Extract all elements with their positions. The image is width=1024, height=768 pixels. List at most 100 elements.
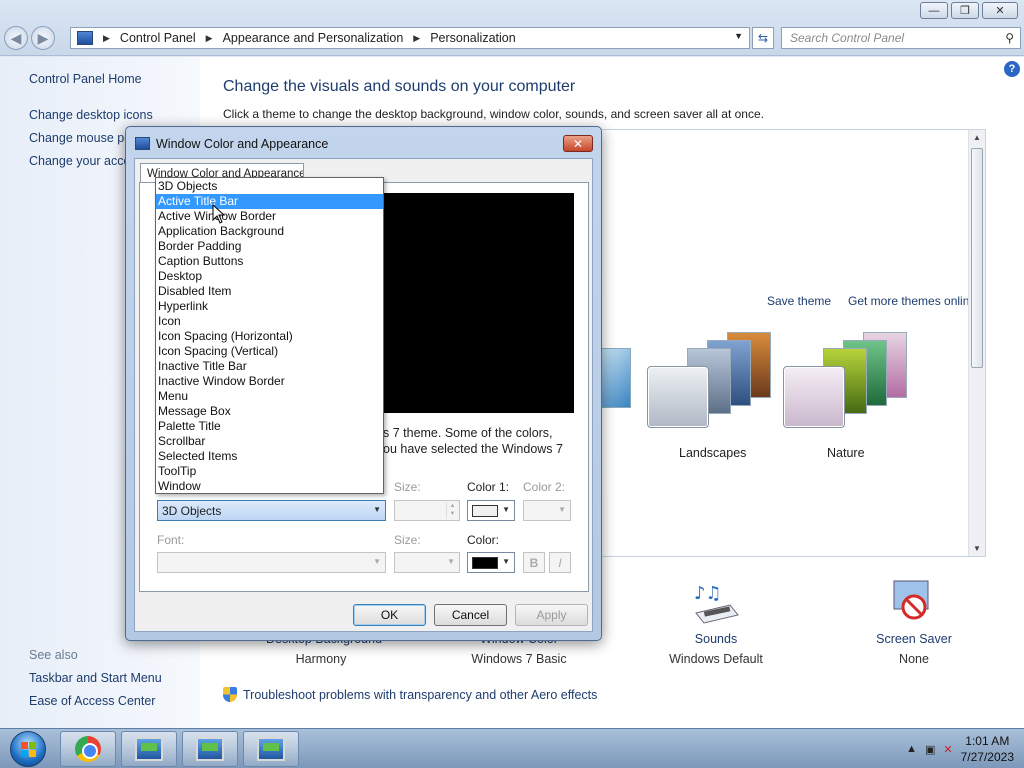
item-select[interactable]: 3D Objects ▼ [157, 500, 386, 521]
taskbar-control-panel[interactable] [121, 731, 177, 767]
dialog-title: Window Color and Appearance [156, 137, 329, 151]
minimize-button[interactable]: — [920, 2, 948, 19]
save-theme-link[interactable]: Save theme [767, 294, 831, 308]
forward-button[interactable]: ▶ [31, 26, 55, 50]
address-dropdown-icon[interactable]: ▼ [734, 31, 743, 41]
dropdown-option[interactable]: Application Background [156, 224, 383, 239]
italic-button[interactable]: I [549, 552, 571, 573]
color2-label: Color 2: [523, 480, 566, 494]
font-color-picker[interactable]: ▼ [467, 552, 515, 573]
theme-thumbnail[interactable] [599, 348, 631, 408]
start-button[interactable] [3, 730, 53, 768]
get-more-themes-link[interactable]: Get more themes online [848, 294, 976, 308]
dropdown-option[interactable]: Window [156, 479, 383, 494]
see-also-heading: See also [29, 648, 78, 662]
chevron-down-icon: ▼ [502, 505, 510, 514]
font-select[interactable]: ▼ [157, 552, 386, 573]
dropdown-option[interactable]: Menu [156, 389, 383, 404]
dropdown-option[interactable]: Active Title Bar [156, 194, 383, 209]
dropdown-option[interactable]: Scrollbar [156, 434, 383, 449]
help-icon[interactable]: ? [1004, 61, 1020, 77]
sounds-item[interactable]: Sounds Windows Default [666, 632, 766, 666]
search-placeholder: Search Control Panel [790, 31, 905, 45]
dropdown-option[interactable]: Icon Spacing (Vertical) [156, 344, 383, 359]
ok-button[interactable]: OK [353, 604, 426, 626]
chrome-icon [75, 736, 101, 762]
taskbar-personalization[interactable] [182, 731, 238, 767]
dropdown-option[interactable]: Icon Spacing (Horizontal) [156, 329, 383, 344]
maximize-button[interactable]: ❐ [951, 2, 979, 19]
dropdown-option[interactable]: Message Box [156, 404, 383, 419]
chevron-down-icon: ▼ [558, 505, 566, 514]
description-line-2: ou have selected the Windows 7 [383, 442, 563, 456]
caption-buttons: — ❐ ✕ [920, 2, 1018, 19]
color1-picker[interactable]: ▼ [467, 500, 515, 521]
breadcrumb-personalization[interactable]: Personalization [430, 31, 515, 45]
dropdown-option[interactable]: Active Window Border [156, 209, 383, 224]
desktop-background-value: Harmony [295, 652, 347, 666]
taskbar: ▲ ▣ ✕ 1:01 AM 7/27/2023 [0, 728, 1024, 768]
dropdown-option[interactable]: ToolTip [156, 464, 383, 479]
bold-button[interactable]: B [523, 552, 545, 573]
scroll-thumb[interactable] [971, 148, 983, 368]
troubleshoot-label: Troubleshoot problems with transparency … [243, 687, 598, 702]
troubleshoot-link[interactable]: Troubleshoot problems with transparency … [223, 687, 597, 702]
breadcrumb-control-panel[interactable]: Control Panel [120, 31, 196, 45]
theme-landscapes[interactable] [647, 326, 782, 436]
dropdown-option[interactable]: Inactive Title Bar [156, 359, 383, 374]
scroll-down-icon[interactable]: ▼ [973, 544, 981, 553]
item-size-label: Size: [394, 480, 421, 494]
dropdown-option[interactable]: Border Padding [156, 239, 383, 254]
back-button[interactable]: ◀ [4, 26, 28, 50]
dialog-close-button[interactable]: ✕ [563, 135, 593, 152]
clock[interactable]: 1:01 AM 7/27/2023 [961, 733, 1014, 765]
address-bar[interactable]: ▶ Control Panel ▶ Appearance and Persona… [70, 27, 750, 49]
taskbar-window-color[interactable] [243, 731, 299, 767]
logo-pane [21, 742, 28, 749]
font-color-swatch [472, 557, 498, 569]
dropdown-option[interactable]: Caption Buttons [156, 254, 383, 269]
dropdown-option[interactable]: Desktop [156, 269, 383, 284]
control-panel-icon [77, 31, 93, 45]
breadcrumb-appearance[interactable]: Appearance and Personalization [223, 31, 404, 45]
dropdown-option[interactable]: Icon [156, 314, 383, 329]
item-size-stepper[interactable]: ▲ ▼ [394, 500, 460, 521]
refresh-button[interactable]: ⇆ [752, 27, 774, 49]
color2-picker[interactable]: ▼ [523, 500, 571, 521]
theme-landscapes-label: Landscapes [679, 446, 747, 460]
chevron-down-icon: ▼ [373, 505, 381, 514]
change-account-picture-link[interactable]: Change your acco [29, 154, 130, 168]
dropdown-option[interactable]: Palette Title [156, 419, 383, 434]
network-icon[interactable]: ▣ [925, 743, 935, 756]
screen-saver-item[interactable]: Screen Saver None [864, 632, 964, 666]
dropdown-option[interactable]: Hyperlink [156, 299, 383, 314]
change-desktop-icons-link[interactable]: Change desktop icons [29, 108, 153, 122]
dropdown-option[interactable]: Inactive Window Border [156, 374, 383, 389]
search-input[interactable]: Search Control Panel ⚲ [781, 27, 1021, 49]
window-titlebar: — ❐ ✕ ◀ ▶ ▶ Control Panel ▶ Appearance a… [0, 0, 1024, 56]
search-icon[interactable]: ⚲ [1005, 31, 1014, 45]
close-button[interactable]: ✕ [982, 2, 1018, 19]
control-panel-home-link[interactable]: Control Panel Home [29, 72, 142, 86]
scroll-up-icon[interactable]: ▲ [973, 133, 981, 142]
screen-saver-icon [893, 580, 929, 620]
item-dropdown-list[interactable]: 3D ObjectsActive Title BarActive Window … [155, 177, 384, 494]
dialog-app-icon [135, 137, 150, 150]
taskbar-chrome[interactable] [60, 731, 116, 767]
description-line-1: s 7 theme. Some of the colors, [383, 426, 553, 440]
font-size-select[interactable]: ▼ [394, 552, 460, 573]
dropdown-option[interactable]: Disabled Item [156, 284, 383, 299]
ease-of-access-link[interactable]: Ease of Access Center [29, 694, 155, 708]
apply-button[interactable]: Apply [515, 604, 588, 626]
taskbar-start-menu-link[interactable]: Taskbar and Start Menu [29, 671, 162, 685]
change-mouse-pointers-link[interactable]: Change mouse po [29, 131, 131, 145]
cancel-button[interactable]: Cancel [434, 604, 507, 626]
color1-swatch [472, 505, 498, 517]
volume-muted-icon[interactable]: ✕ [943, 743, 952, 756]
dropdown-option[interactable]: 3D Objects [156, 179, 383, 194]
dropdown-option[interactable]: Selected Items [156, 449, 383, 464]
show-hidden-icons-icon[interactable]: ▲ [906, 743, 917, 755]
forward-arrow-icon: ▶ [37, 29, 49, 46]
theme-nature[interactable] [783, 326, 918, 436]
theme-scrollbar[interactable]: ▲ ▼ [968, 130, 985, 556]
